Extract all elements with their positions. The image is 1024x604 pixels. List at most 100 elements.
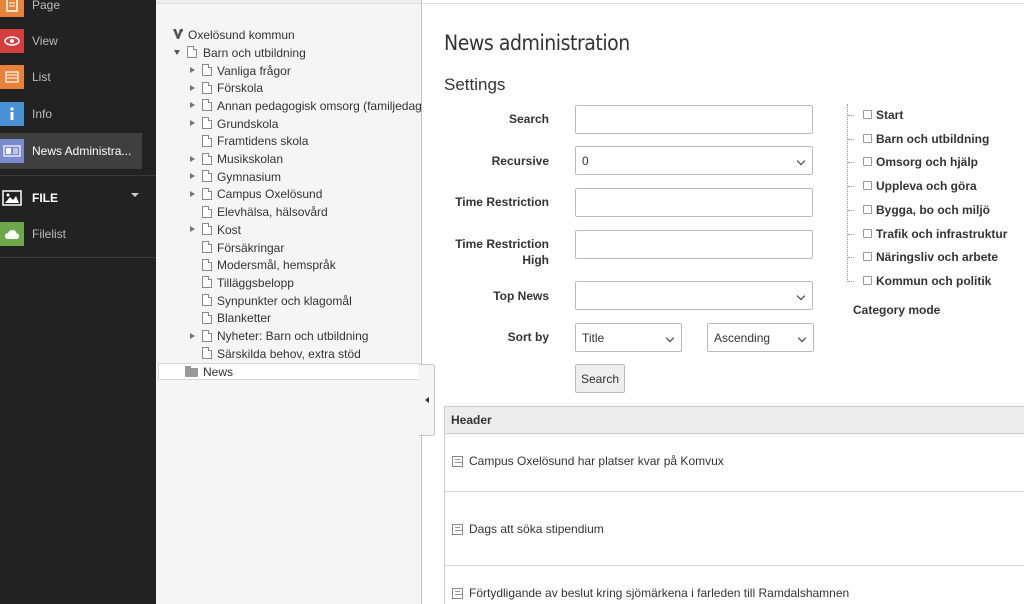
module-label: List <box>32 70 51 84</box>
category-checkbox[interactable] <box>863 110 872 119</box>
category-label: Bygga, bo och miljö <box>876 202 991 217</box>
module-label: News Administra... <box>32 144 132 158</box>
typo3-logo-icon <box>173 29 183 39</box>
page-icon <box>202 64 212 76</box>
category-item: Uppleva och göra <box>847 178 1024 194</box>
file-section-label[interactable]: FILE <box>32 191 58 205</box>
recursive-select[interactable]: 0 <box>575 146 813 175</box>
info-icon <box>0 102 24 126</box>
collapse-tree-button[interactable] <box>419 364 435 436</box>
tree-node-label: Elevhälsa, hälsovård <box>217 205 328 220</box>
category-checkbox[interactable] <box>863 228 872 238</box>
category-checkbox[interactable] <box>863 133 872 143</box>
module-label: Page <box>32 0 61 12</box>
page-icon <box>202 294 212 307</box>
recursive-value: 0 <box>582 153 589 168</box>
expand-icon[interactable] <box>190 84 195 91</box>
expand-icon[interactable] <box>190 226 195 233</box>
settings-heading: Settings <box>444 75 506 94</box>
module-view[interactable]: View <box>0 23 156 59</box>
divider <box>0 257 156 258</box>
news-title[interactable]: Dags att söka stipendium <box>469 522 604 536</box>
tree-node-label: Modersmål, hemspråk <box>217 258 336 273</box>
tree-node-label: Försäkringar <box>217 240 285 255</box>
page-icon <box>202 81 212 94</box>
news-title[interactable]: Förtydligande av beslut kring sjömärkena… <box>469 586 849 600</box>
expand-icon[interactable] <box>190 332 195 339</box>
tree-connector <box>848 209 854 211</box>
tree-connector <box>848 115 854 116</box>
chevron-down-icon[interactable] <box>131 193 139 197</box>
chevron-left-icon <box>425 397 429 403</box>
expand-icon[interactable] <box>190 102 195 109</box>
page-icon <box>202 223 212 236</box>
chevron-down-icon <box>796 291 806 301</box>
page-icon <box>202 170 212 183</box>
page-icon <box>202 241 212 253</box>
sort-direction-select[interactable]: Ascending <box>707 323 814 352</box>
category-checkbox[interactable] <box>863 275 872 285</box>
category-item: Start <box>847 107 1024 123</box>
tree-node-label: Synpunkter och klagomål <box>217 293 352 308</box>
table-row[interactable]: Förtydligande av beslut kring sjömärkena… <box>445 566 1024 604</box>
docheader <box>423 0 1024 4</box>
chevron-down-icon <box>797 333 807 343</box>
tree-node-label: Vanliga frågor <box>217 63 291 78</box>
table-row[interactable]: Dags att söka stipendium <box>445 492 1024 566</box>
module-news-administration[interactable]: News Administra... <box>0 133 142 169</box>
search-label: Search <box>508 112 549 126</box>
module-list[interactable]: List <box>0 59 156 95</box>
tree-node-label: Framtidens skola <box>217 134 309 149</box>
expand-icon[interactable] <box>190 173 195 180</box>
expand-icon[interactable] <box>190 67 195 73</box>
module-label: View <box>32 34 58 48</box>
tree-connector <box>848 280 854 282</box>
recursive-label: Recursive <box>491 154 549 168</box>
search-input[interactable] <box>575 105 813 134</box>
chevron-down-icon <box>665 333 675 343</box>
expand-icon[interactable] <box>190 190 195 197</box>
module-page[interactable]: Page <box>0 0 156 23</box>
time-restriction-high-label-line1: Time Restriction <box>455 237 549 251</box>
top-news-label: Top News <box>493 289 549 303</box>
category-checkbox[interactable] <box>863 181 872 191</box>
page-icon <box>202 329 212 342</box>
category-label: Näringsliv och arbete <box>876 250 999 265</box>
page-icon <box>202 311 212 324</box>
category-checkbox[interactable] <box>863 204 872 214</box>
time-restriction-high-label-line2: High <box>522 253 549 267</box>
time-restriction-input[interactable] <box>575 188 813 217</box>
search-button[interactable]: Search <box>575 364 625 393</box>
category-label: Kommun och politik <box>876 273 992 288</box>
category-label: Uppleva och göra <box>876 179 977 194</box>
tree-node-label: Annan pedagogisk omsorg (familjedag <box>217 98 422 113</box>
tree-node-label: Kost <box>217 222 242 237</box>
collapse-icon[interactable] <box>174 50 180 55</box>
tree-node-label: Gymnasium <box>217 169 282 184</box>
expand-icon[interactable] <box>190 120 195 127</box>
category-item: Kommun och politik <box>847 273 1024 289</box>
divider <box>0 175 156 176</box>
sort-field-select[interactable]: Title <box>575 323 682 352</box>
category-checkbox[interactable] <box>863 157 872 167</box>
module-filelist[interactable]: Filelist <box>0 216 156 252</box>
time-restriction-high-label: Time Restriction High <box>444 236 549 268</box>
category-checkbox[interactable] <box>863 252 872 262</box>
list-icon <box>0 65 24 89</box>
expand-icon[interactable] <box>190 155 195 162</box>
module-info[interactable]: Info <box>0 96 156 132</box>
eye-icon <box>0 29 24 53</box>
time-restriction-high-input[interactable] <box>575 230 813 259</box>
sort-direction-value: Ascending <box>714 330 771 345</box>
table-row[interactable]: Campus Oxelösund har platser kvar på Kom… <box>445 434 1024 492</box>
top-news-select[interactable] <box>575 281 813 310</box>
tree-node-label: News <box>203 364 234 379</box>
page-title: News administration <box>444 31 630 55</box>
page-icon <box>202 347 212 360</box>
page-icon <box>202 99 212 112</box>
tree-node-label: Musikskolan <box>217 152 284 166</box>
tree-root-label: Oxelösund kommun <box>188 27 295 42</box>
news-title[interactable]: Campus Oxelösund har platser kvar på Kom… <box>469 454 724 468</box>
module-menu: Page View List Info News Administra... F… <box>0 0 156 604</box>
page-icon <box>202 134 212 147</box>
